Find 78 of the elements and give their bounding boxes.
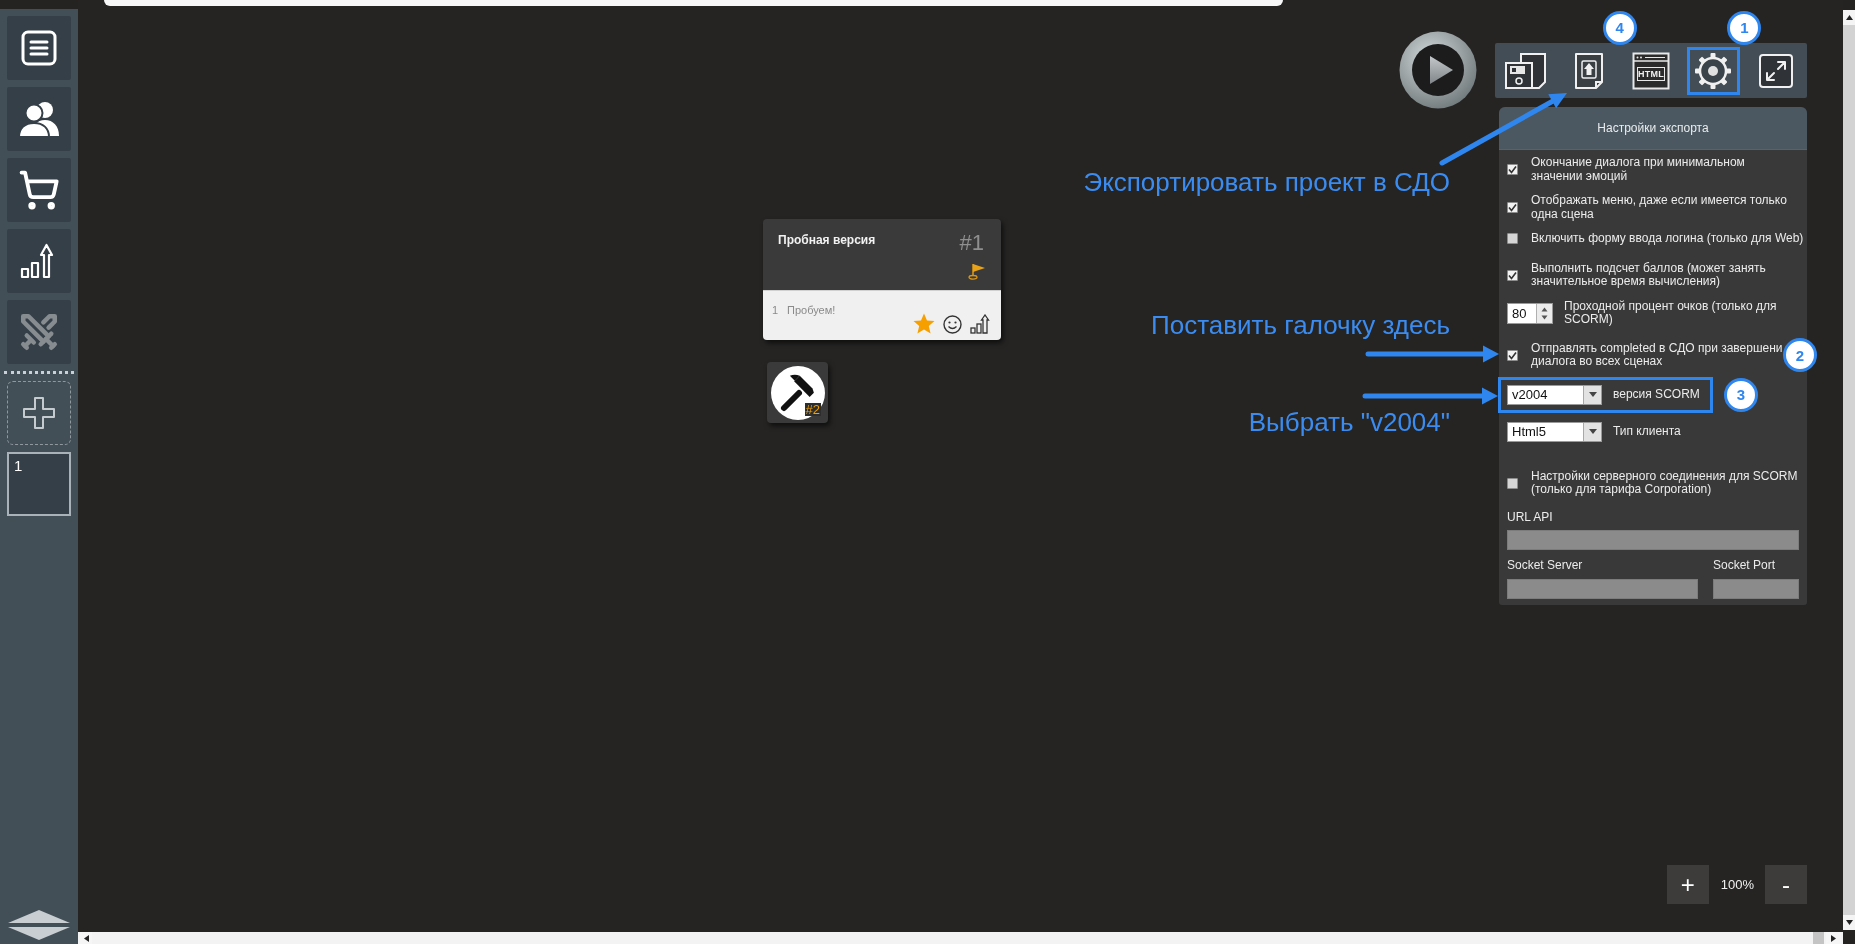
smiley-icon [943, 315, 962, 334]
bar-chart-icon [970, 314, 990, 334]
checkbox[interactable] [1507, 233, 1518, 245]
number-badge: 3 [1723, 377, 1758, 412]
scroll-button[interactable] [7, 909, 71, 941]
zoom-level: 100% [1720, 877, 1754, 892]
setting-text: Настройки серверного соединения для SCORM (только для тарифа Corporation) [1531, 469, 1798, 497]
play-button[interactable] [1399, 30, 1477, 110]
number-badge: 1 [1727, 10, 1762, 45]
dialog-node[interactable]: Пробная версия #1 1 Пробуем! [763, 219, 1001, 340]
checkbox[interactable] [1507, 349, 1518, 361]
expand-arrows-icon [1757, 52, 1794, 89]
plus-icon [22, 396, 56, 430]
node-title: Пробная версия [778, 233, 876, 247]
star-icon [913, 313, 935, 334]
callout-text: Поставить галочку здесь [1151, 311, 1450, 339]
add-button[interactable] [7, 381, 71, 445]
menu-button[interactable] [7, 16, 71, 80]
up-down-arrows-icon [7, 909, 71, 941]
field-label: URL API [1507, 510, 1554, 524]
checkbox[interactable] [1507, 164, 1518, 175]
scrollbar-thumb[interactable] [1813, 932, 1824, 944]
setting-text: Проходной процент очков (только для SCORM) [1564, 299, 1777, 327]
setting-text: Тип клиента [1613, 424, 1681, 439]
cart-icon [18, 169, 60, 211]
users-button[interactable] [7, 87, 71, 151]
setting-text: Выполнить подсчет баллов (может занять значительное время вычисления) [1531, 261, 1766, 289]
hammer-icon [770, 365, 825, 420]
callout-text: Экспортировать проект в СДО [1083, 168, 1450, 196]
html-button[interactable]: HTML [1624, 46, 1678, 95]
field-label: Socket Server [1507, 559, 1584, 573]
check-icon [1508, 350, 1517, 360]
check-icon [1508, 165, 1517, 174]
users-icon [17, 100, 61, 138]
number-badge: 2 [1783, 338, 1817, 372]
zoom-out-button[interactable]: - [1765, 865, 1807, 904]
flag-icon [968, 263, 986, 280]
scroll-down-button[interactable] [1843, 915, 1855, 930]
browser-window-icon [1632, 51, 1670, 90]
triangle-down-icon [1844, 919, 1854, 926]
dropdown[interactable]: v2004 [1507, 384, 1602, 405]
check-icon [1508, 270, 1517, 280]
menu-icon [21, 30, 57, 66]
scroll-up-button[interactable] [1843, 10, 1855, 25]
settings-icon [1693, 50, 1734, 91]
scene-button[interactable]: 1 [7, 452, 71, 516]
settings-button[interactable] [1686, 46, 1740, 95]
panel-title: Настройки экспорта [1597, 121, 1709, 135]
triangle-right-icon [1830, 933, 1837, 943]
action-node[interactable]: #2 [767, 362, 828, 423]
check-icon [1508, 203, 1517, 212]
checkbox[interactable] [1507, 202, 1518, 213]
setting-text: версия SCORM [1613, 387, 1700, 402]
swords-icon [18, 311, 60, 353]
number-spinner[interactable]: 80 [1507, 302, 1553, 324]
cart-button[interactable] [7, 158, 71, 222]
triangle-left-icon [82, 933, 90, 943]
setting-text: Окончание диалога при минимальном значении эмоций [1531, 156, 1745, 183]
node-number: #1 [959, 232, 984, 254]
caret-icon [1588, 429, 1597, 434]
setting-text: Отправлять completed в СДО при завершени диалога во всех сценах [1531, 341, 1783, 369]
callout-text: Выбрать "v2004" [1248, 408, 1450, 436]
caret-icon [1588, 392, 1597, 397]
spin-arrows-icon [1541, 306, 1548, 320]
chart-button[interactable] [7, 229, 71, 293]
setting-text: Отображать меню, даже если имеется только одна сцена [1531, 194, 1787, 221]
checkbox[interactable] [1507, 477, 1518, 489]
floppy-document-icon [1504, 51, 1549, 90]
dropdown[interactable]: Html5 [1507, 421, 1602, 442]
line-number: 1 [772, 304, 780, 316]
field-label: Socket Port [1713, 559, 1777, 573]
zoom-in-button[interactable]: + [1666, 865, 1709, 904]
triangle-up-icon [1844, 14, 1854, 21]
checkbox[interactable] [1507, 269, 1518, 281]
setting-text: Включить форму ввода логина (только для Web) [1531, 232, 1804, 246]
dialog-line: Пробуем! [787, 304, 836, 316]
play-icon [1399, 30, 1477, 110]
number-badge: 4 [1602, 10, 1637, 45]
